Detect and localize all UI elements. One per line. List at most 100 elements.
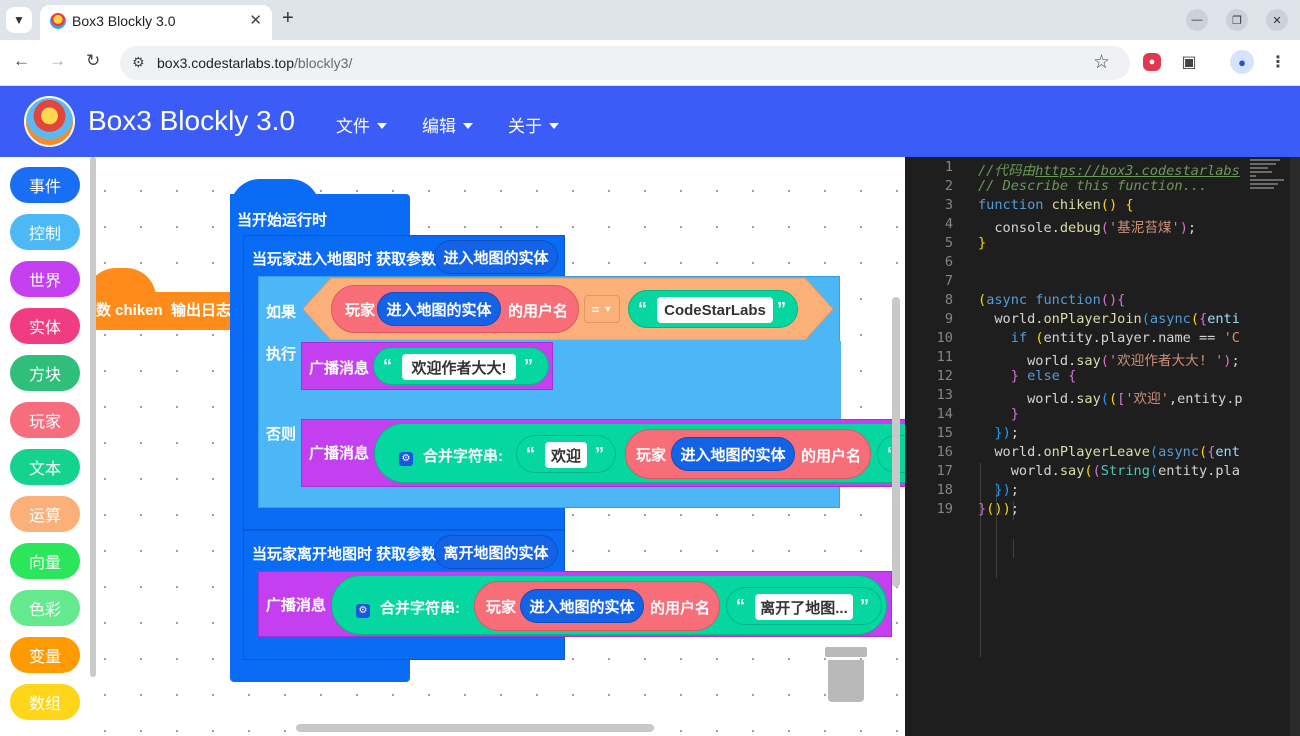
left-map-field[interactable]: 离开了地图... [755, 594, 853, 620]
back-icon[interactable]: ← [13, 51, 30, 71]
app-title: Box3 Blockly 3.0 [88, 105, 295, 136]
blockly-workspace[interactable]: 数 chiken 输出日志 当开始运行时 当玩家进入地图时 获取参数 进入地图的… [96, 157, 905, 736]
code-line-19: }()); [978, 501, 1019, 517]
chevron-down-icon [377, 123, 387, 129]
toolbox-category[interactable]: 方块 [10, 355, 80, 391]
leave-param-pill[interactable]: 离开地图的实体 [434, 535, 558, 569]
toolbox-category[interactable]: 实体 [10, 308, 80, 344]
close-quote-icon: ” [860, 596, 869, 616]
code-line-17: world.say((String(entity.pla [978, 463, 1240, 479]
chevron-down-icon [549, 123, 559, 129]
toolbox-category[interactable]: 数组 [10, 684, 80, 720]
code-line-11: world.say('欢迎作者大大! '); [978, 353, 1240, 369]
toolbox-category[interactable]: 控制 [10, 214, 80, 250]
close-quote-icon: ” [595, 444, 604, 464]
workspace-vertical-scrollbar[interactable] [892, 297, 900, 587]
tab-search-icon[interactable]: ▼ [6, 7, 32, 33]
line-number: 4 [944, 216, 953, 232]
open-quote-icon: “ [736, 596, 745, 616]
minimize-icon[interactable]: — [1186, 9, 1208, 31]
browser-menu-icon[interactable]: ⋮ [1266, 50, 1290, 74]
toolbox-category[interactable]: 色彩 [10, 590, 80, 626]
tab-favicon-icon [50, 13, 66, 29]
editor-scrollbar[interactable] [1290, 157, 1300, 736]
entity-ref-pill[interactable]: 进入地图的实体 [671, 437, 795, 471]
welcome-author-string-block[interactable]: “ 欢迎作者大大! ” [373, 347, 549, 385]
extensions-puzzle-icon[interactable]: ▣ [1177, 50, 1201, 74]
code-minimap[interactable] [1250, 159, 1288, 199]
line-number: 8 [944, 292, 953, 308]
join-strings-block[interactable]: ⚙ 合并字符串: 玩家 进入地图的实体 的用户名 “ 离开了地图... ” [331, 575, 887, 635]
toolbox-category[interactable]: 向量 [10, 543, 80, 579]
start-hat-label: 当开始运行时 [237, 212, 328, 229]
line-number: 2 [944, 178, 953, 194]
trailing-string-block[interactable]: “ [877, 435, 905, 473]
compare-block[interactable]: 玩家 进入地图的实体 的用户名 = ▼ “ CodeStarLabs ” [303, 278, 833, 340]
workspace-horizontal-scrollbar[interactable] [296, 724, 654, 732]
app-header: Box3 Blockly 3.0 文件 编辑 关于 [0, 86, 1300, 157]
gear-icon[interactable]: ⚙ [399, 451, 413, 466]
line-number: 6 [944, 254, 953, 270]
close-quote-icon: ” [777, 299, 786, 319]
welcome-author-field[interactable]: 欢迎作者大大! [402, 354, 516, 380]
chevron-down-icon [463, 123, 473, 129]
line-number: 3 [944, 197, 953, 213]
close-window-icon[interactable]: ✕ [1266, 9, 1288, 31]
welcome-string-block[interactable]: “ 欢迎 ” [516, 435, 616, 473]
blockly-toolbox: 事件控制世界实体方块玩家文本运算向量色彩变量数组 [0, 157, 96, 736]
new-tab-icon[interactable]: + [282, 7, 294, 30]
left-map-string-block[interactable]: “ 离开了地图... ” [726, 587, 882, 625]
username-label: 的用户名 [650, 600, 711, 617]
dropdown-arrow-icon: ▼ [603, 304, 613, 314]
toolbox-category[interactable]: 事件 [10, 167, 80, 203]
line-number: 12 [936, 368, 953, 384]
toolbox-category[interactable]: 玩家 [10, 402, 80, 438]
restore-icon[interactable]: ❐ [1226, 9, 1248, 31]
player-label: 玩家 [636, 446, 667, 464]
extension-shield-icon[interactable]: ● [1143, 53, 1161, 71]
browser-toolbar: ← → ↻ ⚙ box3.codestarlabs.top/blockly3/ … [0, 40, 1300, 86]
broadcast-block-leave[interactable]: 广播消息 ⚙ 合并字符串: 玩家 进入地图的实体 的用户名 “ 离开了地图... … [258, 571, 892, 637]
forward-icon[interactable]: → [49, 51, 66, 71]
broadcast-block-then[interactable]: 广播消息 “ 欢迎作者大大! ” [301, 342, 553, 390]
toolbox-category[interactable]: 文本 [10, 449, 80, 485]
trash-can-icon[interactable] [825, 647, 869, 703]
code-line-1: //代码由https://box3.codestarlabs [978, 163, 1240, 179]
line-number: 16 [936, 444, 953, 460]
code-line-18: }); [994, 482, 1019, 498]
site-info-icon[interactable]: ⚙ [132, 54, 145, 71]
compare-string-field[interactable]: CodeStarLabs [657, 297, 773, 323]
toolbox-category[interactable]: 运算 [10, 496, 80, 532]
bookmark-star-icon[interactable]: ☆ [1093, 51, 1110, 74]
menu-file[interactable]: 文件 [336, 112, 387, 137]
broadcast-block-else[interactable]: 广播消息 ⚙合并字符串: “ 欢迎 ” 玩家 进入地图的实体 的用户名 “ [301, 419, 905, 487]
player-leave-label: 当玩家离开地图时 获取参数 [252, 546, 437, 563]
gear-icon[interactable]: ⚙ [356, 603, 370, 618]
line-number: 19 [936, 501, 953, 517]
browser-tab[interactable]: Box3 Blockly 3.0 ✕ [40, 5, 272, 40]
if-label: 如果 [266, 304, 297, 321]
broadcast-label: 广播消息 [309, 360, 370, 377]
welcome-field[interactable]: 欢迎 [545, 442, 587, 468]
tab-close-icon[interactable]: ✕ [249, 11, 262, 29]
menu-about[interactable]: 关于 [508, 112, 559, 137]
profile-avatar-icon[interactable]: ● [1230, 50, 1254, 74]
line-number: 10 [936, 330, 953, 346]
entity-ref-pill[interactable]: 进入地图的实体 [377, 292, 501, 326]
menu-edit[interactable]: 编辑 [422, 112, 473, 137]
join-param-pill[interactable]: 进入地图的实体 [434, 240, 558, 274]
code-editor[interactable]: 1 2 3 4 5 6 7 8 9 10 11 12 13 14 15 16 17 18 19 //代码由https… [905, 157, 1300, 736]
entity-ref-pill[interactable]: 进入地图的实体 [520, 589, 644, 623]
reload-icon[interactable]: ↻ [86, 51, 100, 71]
toolbox-category[interactable]: 世界 [10, 261, 80, 297]
compare-string-block[interactable]: “ CodeStarLabs ” [628, 290, 798, 328]
compare-operator-dropdown[interactable]: = ▼ [584, 295, 620, 323]
address-bar[interactable]: ⚙ box3.codestarlabs.top/blockly3/ ☆ [120, 46, 1130, 80]
line-number: 15 [936, 425, 953, 441]
line-number: 13 [936, 387, 953, 403]
code-line-5: } [978, 235, 987, 251]
toolbox-category[interactable]: 变量 [10, 637, 80, 673]
open-quote-icon: “ [638, 299, 647, 319]
join-strings-block[interactable]: ⚙合并字符串: “ 欢迎 ” 玩家 进入地图的实体 的用户名 “ [374, 423, 905, 483]
function-block[interactable]: 数 chiken 输出日志 [96, 268, 234, 354]
